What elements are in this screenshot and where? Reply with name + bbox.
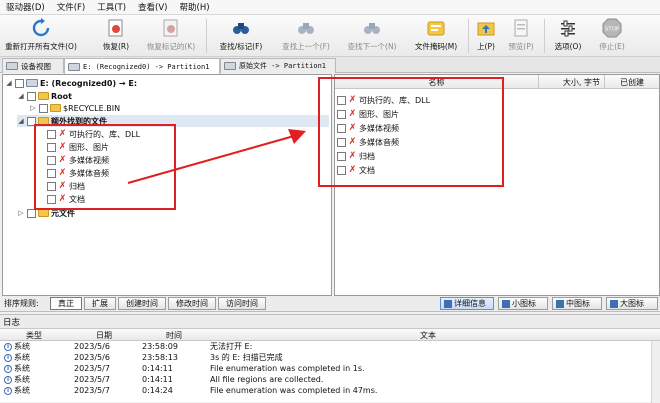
details-view-icon — [444, 299, 452, 308]
log-row[interactable]: i 系统 2023/5/7 0:14:11 File enumeration wa… — [0, 363, 660, 374]
log-column-type[interactable]: 类型 — [26, 329, 42, 341]
view-large-icons-button[interactable]: 大图标 — [606, 297, 658, 310]
log-title: 日志 — [0, 314, 660, 328]
log-row[interactable]: i 系统 2023/5/7 0:14:11 All file regions ar… — [0, 374, 660, 385]
sort-real-button[interactable]: 真正 — [50, 297, 82, 310]
medium-icons-icon — [556, 299, 564, 308]
view-medium-icons-button[interactable]: 中图标 — [552, 297, 602, 310]
sort-label: 排序规则: — [4, 299, 39, 308]
view-details-button[interactable]: 详细信息 — [440, 297, 494, 310]
sort-extension-button[interactable]: 扩展 — [84, 297, 116, 310]
log-row[interactable]: i 系统 2023/5/6 23:58:09 无法打开 E: — [0, 341, 660, 352]
log-row[interactable]: i 系统 2023/5/7 0:14:24 File enumeration wa… — [0, 385, 660, 396]
log-column-text[interactable]: 文本 — [420, 329, 436, 341]
log-header: 类型 日期 时间 文本 — [0, 329, 660, 341]
large-icons-icon — [610, 299, 618, 308]
sort-created-button[interactable]: 创建时间 — [118, 297, 166, 310]
sort-accessed-button[interactable]: 访问时间 — [218, 297, 266, 310]
sort-modified-button[interactable]: 修改时间 — [168, 297, 216, 310]
log-row[interactable]: i 系统 2023/5/6 23:58:13 3s 的 E: 扫描已完成 — [0, 352, 660, 363]
info-icon: i — [4, 375, 12, 384]
small-icons-icon — [502, 299, 510, 308]
view-small-icons-button[interactable]: 小图标 — [498, 297, 548, 310]
sort-bar: 排序规则: 真正 扩展 创建时间 修改时间 访问时间 详细信息 小图标 中图标 … — [0, 296, 660, 312]
log-scrollbar[interactable] — [651, 341, 660, 403]
info-icon: i — [4, 353, 12, 362]
log-column-date[interactable]: 日期 — [96, 329, 112, 341]
info-icon: i — [4, 364, 12, 373]
log-column-time[interactable]: 时间 — [166, 329, 182, 341]
log-panel: 类型 日期 时间 文本 i 系统 2023/5/6 23:58:09 无法打开 E… — [0, 328, 660, 403]
info-icon: i — [4, 386, 12, 395]
info-icon: i — [4, 342, 12, 351]
